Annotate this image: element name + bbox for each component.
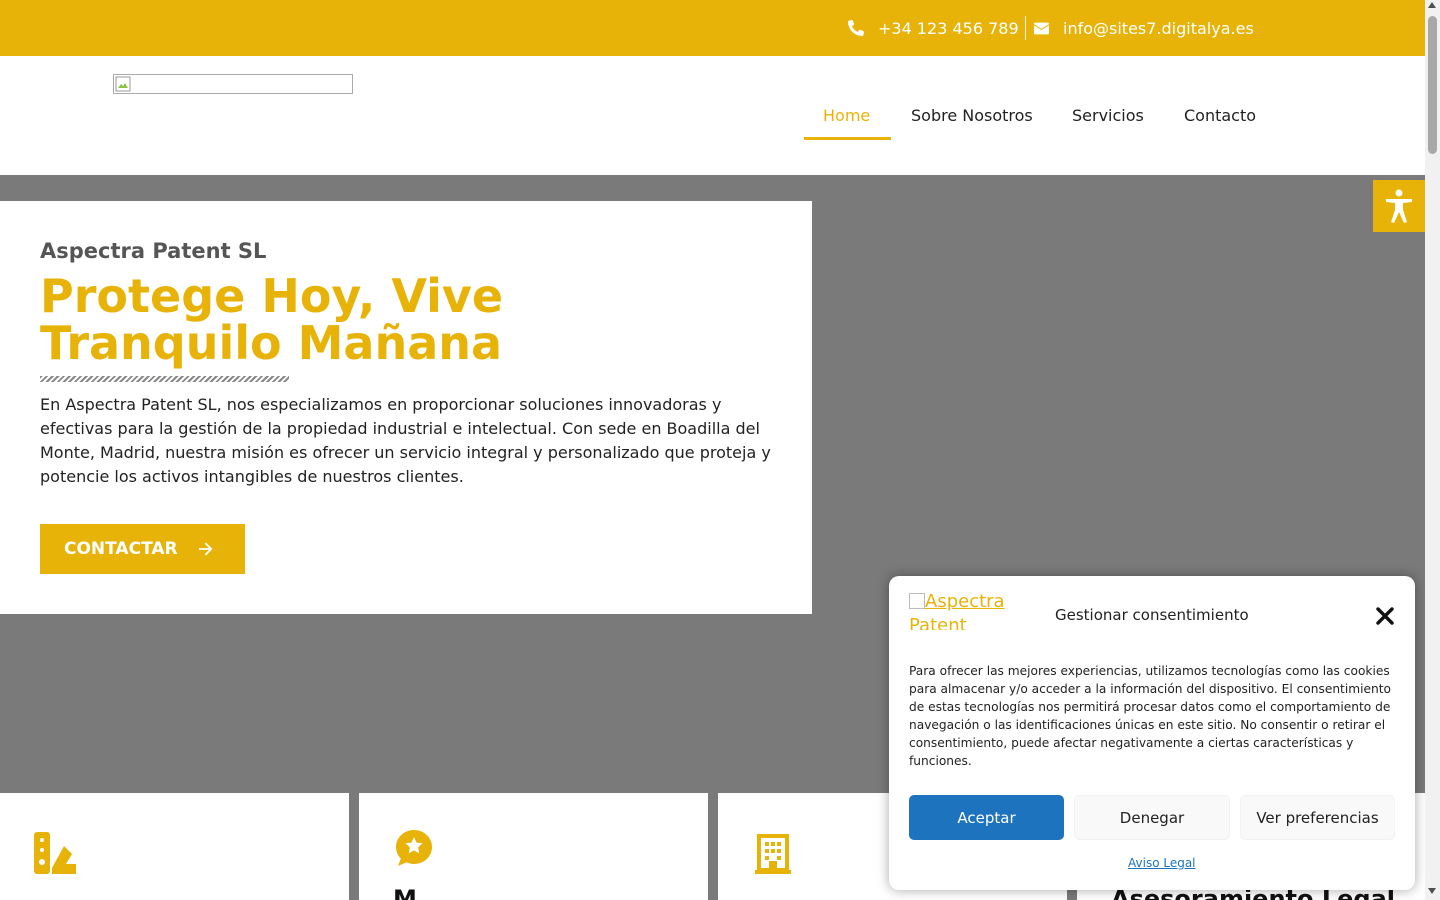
scroll-down-arrow-icon[interactable]: [1428, 888, 1436, 894]
nav-item-contacto[interactable]: Contacto: [1184, 106, 1256, 125]
hero-company-name: Aspectra Patent SL: [40, 239, 267, 263]
scroll-up-arrow-icon[interactable]: [1428, 2, 1436, 8]
consent-logo[interactable]: Aspectra Patent: [909, 590, 1019, 630]
cookie-consent-dialog: Aspectra Patent Gestionar consentimiento…: [889, 576, 1415, 890]
feature-card: [0, 793, 349, 900]
building-icon: [755, 834, 791, 874]
contactar-button-label: CONTACTAR: [64, 539, 178, 559]
view-preferences-button[interactable]: Ver preferencias: [1240, 795, 1395, 840]
nav-item-sobre-nosotros[interactable]: Sobre Nosotros: [911, 106, 1033, 125]
close-icon[interactable]: [1376, 607, 1394, 625]
feature-card: M: [359, 793, 708, 900]
phone-link[interactable]: +34 123 456 789: [848, 0, 1019, 56]
decorative-divider: [40, 376, 289, 382]
contactar-button[interactable]: CONTACTAR: [40, 524, 245, 574]
accept-button[interactable]: Aceptar: [909, 795, 1064, 840]
top-contact-bar: +34 123 456 789 info@sites7.digitalya.es: [0, 0, 1425, 56]
broken-image-icon: [115, 76, 131, 92]
scrollbar-thumb[interactable]: [1428, 16, 1437, 154]
consent-title: Gestionar consentimiento: [1055, 606, 1249, 624]
arrow-right-icon: [198, 542, 213, 556]
hero-description: En Aspectra Patent SL, nos especializamo…: [40, 395, 771, 486]
nav-item-home[interactable]: Home: [823, 106, 870, 125]
feature-card-title: M: [393, 885, 417, 900]
page-scrollbar[interactable]: [1425, 0, 1440, 900]
email-address: info@sites7.digitalya.es: [1063, 18, 1254, 38]
envelope-icon: [1034, 22, 1049, 34]
hero-headline: Protege Hoy, Vive Tranquilo Mañana: [40, 269, 504, 370]
nav-active-indicator: [804, 137, 891, 140]
broken-image-icon: [909, 593, 925, 609]
swatchbook-icon: [34, 832, 76, 874]
hero-card: Aspectra Patent SL Protege Hoy, Vive Tra…: [0, 201, 812, 614]
topbar-divider: [1025, 16, 1026, 40]
star-comment-icon: [396, 830, 432, 866]
nav-item-servicios[interactable]: Servicios: [1072, 106, 1144, 125]
accessibility-button[interactable]: [1373, 180, 1425, 232]
email-link[interactable]: info@sites7.digitalya.es: [1034, 0, 1254, 56]
legal-notice-link[interactable]: Aviso Legal: [1128, 856, 1196, 870]
site-header: Home Sobre Nosotros Servicios Contacto: [0, 56, 1425, 175]
site-logo[interactable]: [113, 74, 353, 94]
deny-button[interactable]: Denegar: [1074, 795, 1230, 840]
accessibility-icon: [1386, 189, 1412, 223]
phone-icon: [848, 20, 864, 36]
consent-text: Para ofrecer las mejores experiencias, u…: [909, 664, 1391, 768]
phone-number: +34 123 456 789: [878, 18, 1019, 38]
